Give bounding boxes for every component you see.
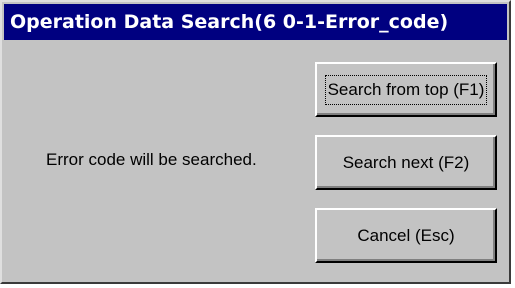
- cancel-button[interactable]: Cancel (Esc): [315, 208, 497, 263]
- search-dialog: Operation Data Search(6 0-1-Error_code) …: [0, 0, 511, 284]
- dialog-title: Operation Data Search(6 0-1-Error_code): [4, 4, 507, 40]
- status-message: Error code will be searched.: [46, 150, 257, 169]
- search-from-top-label: Search from top (F1): [324, 74, 488, 105]
- search-from-top-button[interactable]: Search from top (F1): [315, 62, 497, 117]
- search-next-button[interactable]: Search next (F2): [315, 135, 497, 190]
